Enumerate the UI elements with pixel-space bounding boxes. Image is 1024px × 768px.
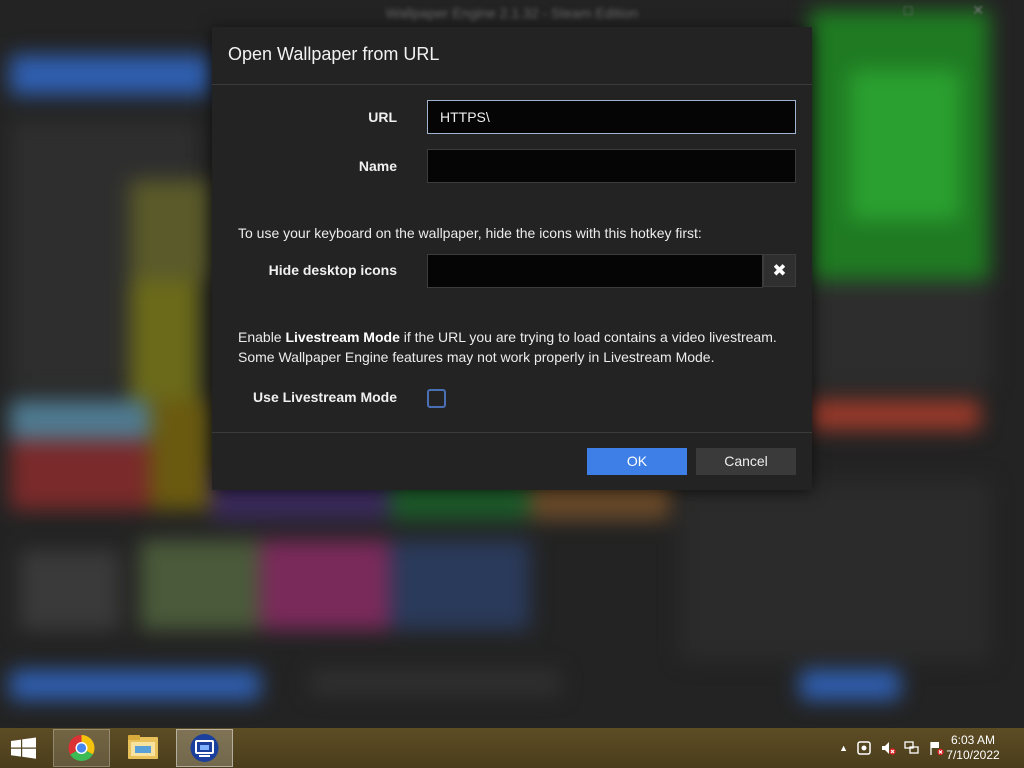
tray-chevron-up-icon[interactable]: ▲ (839, 743, 848, 753)
network-icon[interactable] (904, 740, 920, 756)
start-button[interactable] (0, 729, 48, 767)
wallpaper-engine-icon (190, 734, 219, 762)
hotkey-info-text: To use your keyboard on the wallpaper, h… (238, 225, 702, 241)
tray-app-icon[interactable] (856, 740, 872, 756)
windows-start-icon (11, 737, 36, 759)
cancel-button[interactable]: Cancel (696, 448, 796, 475)
name-label: Name (358, 158, 397, 174)
taskbar-wallpaper-engine[interactable] (176, 729, 233, 767)
clock-date: 7/10/2022 (946, 748, 1000, 762)
livestream-info-text: Enable Livestream Mode if the URL you ar… (238, 327, 798, 367)
background-window-controls: □ ✕ (903, 2, 1012, 18)
taskbar-clock[interactable]: 6:03 AM 7/10/2022 (944, 733, 1002, 763)
file-explorer-icon (128, 735, 158, 759)
name-input[interactable] (427, 149, 796, 183)
divider (212, 432, 812, 433)
clear-hotkey-button[interactable]: ✖ (763, 254, 796, 287)
ok-button[interactable]: OK (587, 448, 687, 475)
clock-time: 6:03 AM (950, 733, 996, 747)
volume-muted-icon[interactable] (880, 740, 896, 756)
url-input[interactable] (427, 100, 796, 134)
background-window-title: Wallpaper Engine 2.1.32 - Steam Edition (385, 5, 639, 21)
dialog-title: Open Wallpaper from URL (228, 44, 440, 64)
close-icon: ✖ (772, 261, 787, 280)
taskbar-file-explorer[interactable] (115, 729, 172, 767)
hide-desktop-icons-label: Hide desktop icons (268, 262, 397, 278)
open-wallpaper-url-dialog: Open Wallpaper from URL URL Name To use … (212, 27, 812, 490)
taskbar: ▲ 6:03 AM 7/10/2022 (0, 728, 1024, 768)
taskbar-chrome[interactable] (53, 729, 110, 767)
livestream-info-line2: Some Wallpaper Engine features may not w… (238, 349, 715, 365)
livestream-mode-bold: Livestream Mode (285, 329, 400, 345)
system-tray: ▲ (839, 738, 944, 758)
livestream-mode-checkbox[interactable] (427, 389, 446, 408)
livestream-mode-label: Use Livestream Mode (253, 389, 397, 405)
chrome-icon (68, 735, 95, 762)
livestream-info-prefix: Enable (238, 329, 286, 345)
url-label: URL (368, 109, 397, 125)
divider (212, 84, 812, 85)
action-center-flag-icon[interactable] (928, 740, 944, 756)
livestream-info-suffix: if the URL you are trying to load contai… (399, 329, 777, 345)
hotkey-input[interactable] (427, 254, 763, 288)
